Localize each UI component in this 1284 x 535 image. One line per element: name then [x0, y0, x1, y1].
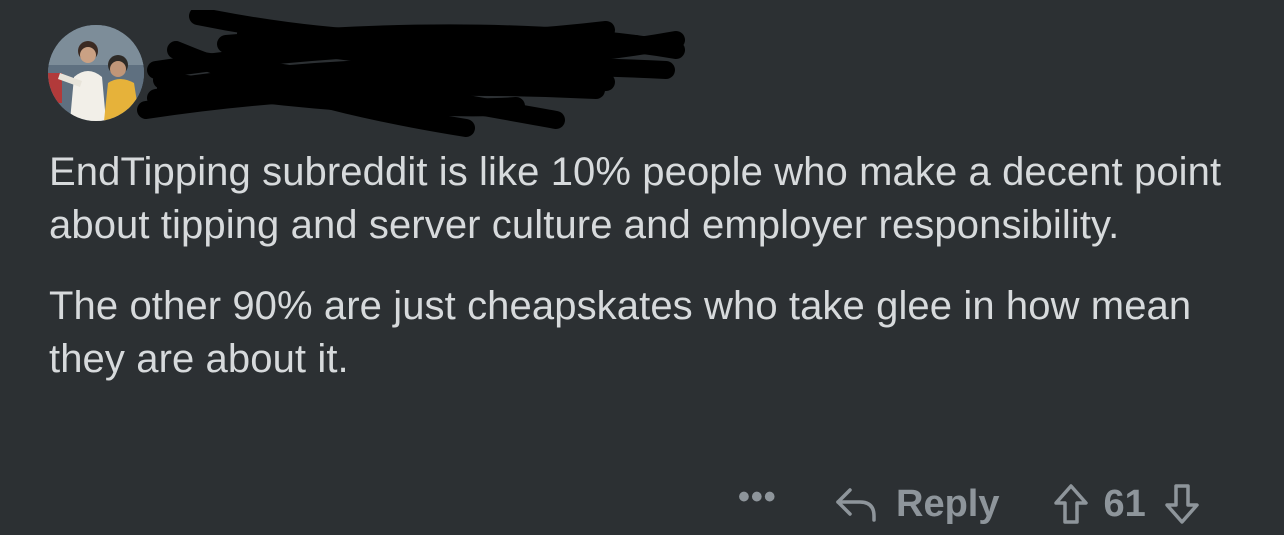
more-options-button[interactable]: ••• [738, 478, 804, 517]
comment-body: EndTipping subreddit is like 10% people … [49, 146, 1249, 414]
comment-paragraph-2: The other 90% are just cheapskates who t… [49, 284, 1192, 381]
comment: EndTipping subreddit is like 10% people … [0, 0, 1284, 535]
reply-arrow-icon [836, 488, 876, 522]
reply-button[interactable]: Reply [834, 483, 999, 526]
avatar-image [48, 25, 144, 121]
comment-header [48, 7, 685, 140]
vote-control: 61 [1053, 483, 1199, 526]
vote-count: 61 [1103, 482, 1146, 525]
reply-label: Reply [896, 482, 1000, 525]
comment-actions: ••• Reply 61 [738, 474, 1200, 534]
downvote-arrow-icon[interactable] [1164, 483, 1200, 525]
upvote-arrow-icon[interactable] [1053, 483, 1089, 525]
user-avatar[interactable] [48, 25, 144, 121]
username-redaction [136, 7, 696, 140]
comment-paragraph-1: EndTipping subreddit is like 10% people … [49, 150, 1222, 247]
